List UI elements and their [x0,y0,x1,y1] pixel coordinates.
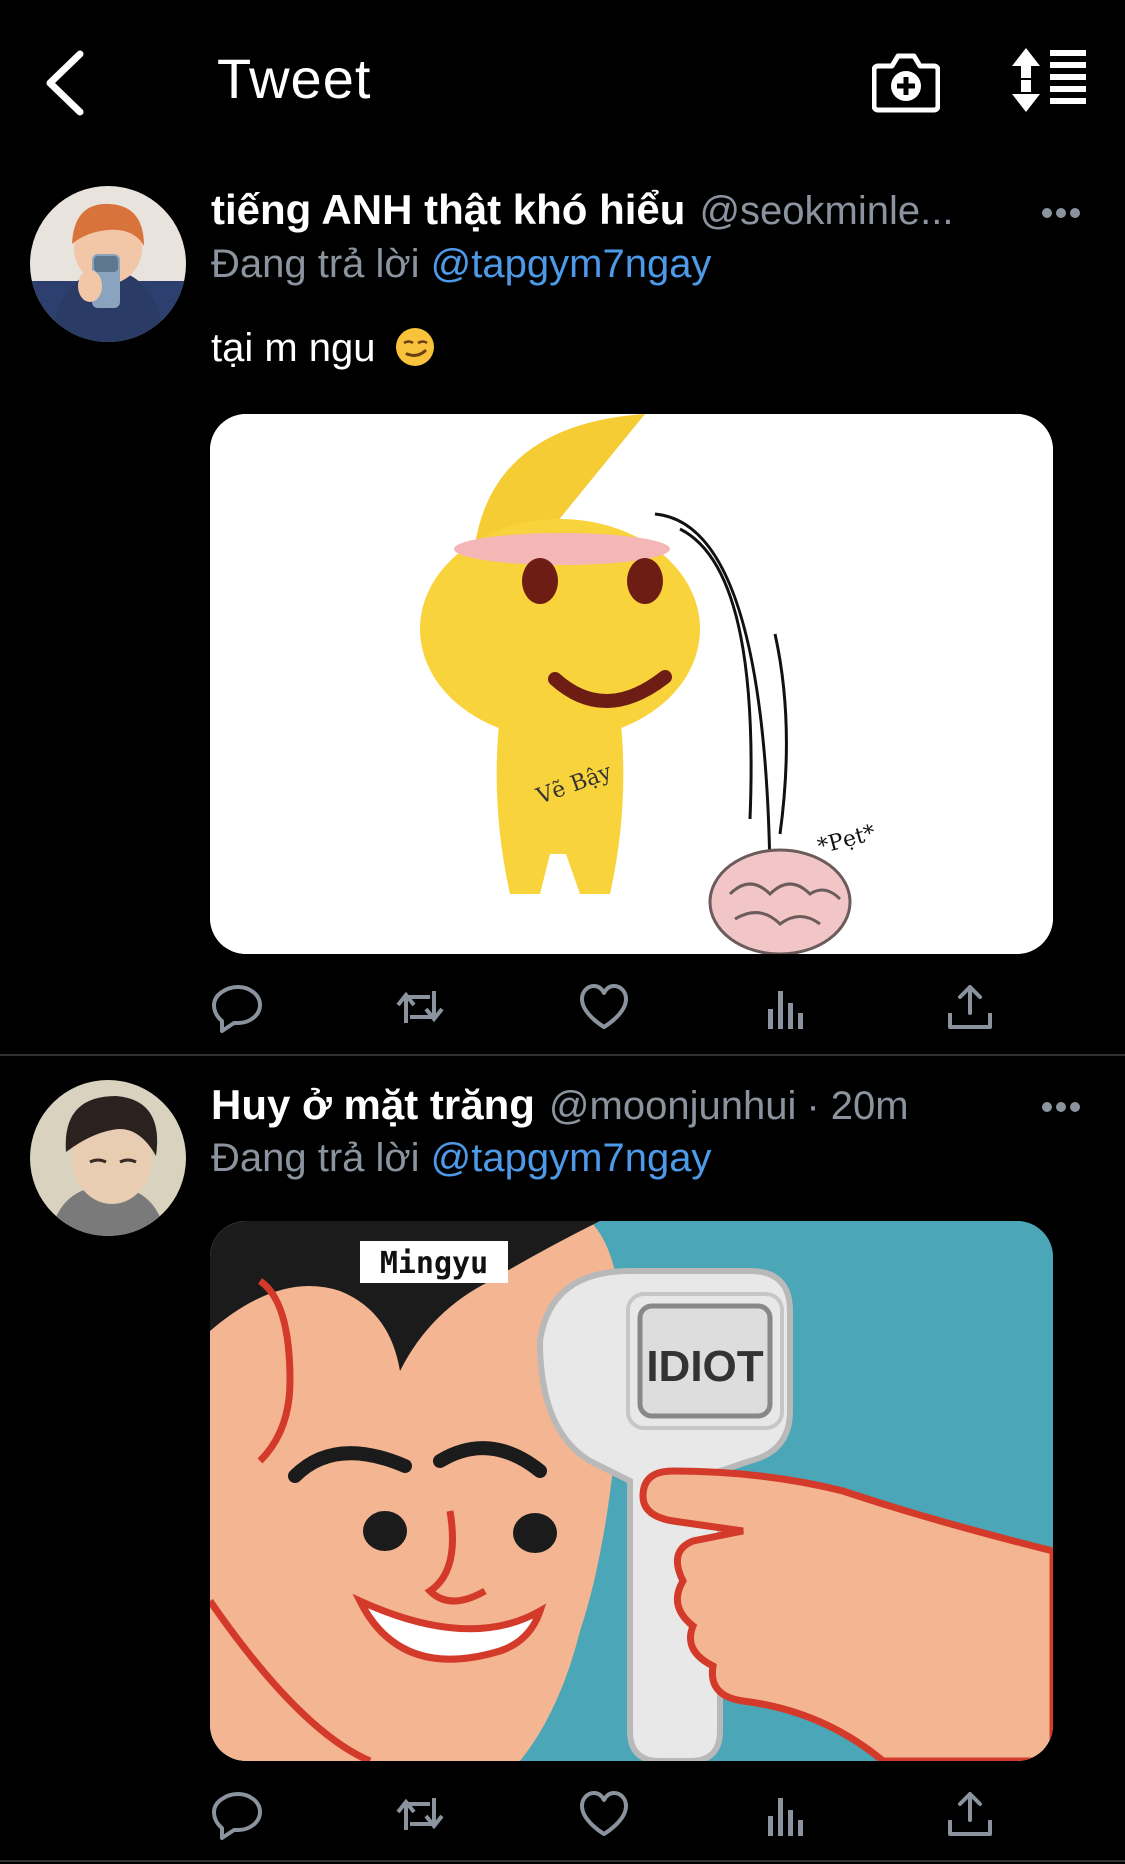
tweet-text-content: tại m ngu [211,326,376,370]
tweet-header: tiếng ANH thật khó hiểu @seokminle... [211,186,1105,246]
handle[interactable]: @moonjunhui [549,1084,796,1128]
more-options-icon[interactable] [1041,207,1081,219]
reply-icon[interactable] [212,1788,264,1840]
avatar-photo [30,1080,186,1236]
avatar-photo [30,186,186,342]
top-label-text: Mingyu [380,1246,488,1281]
display-name[interactable]: tiếng ANH thật khó hiểu [211,186,685,233]
handle[interactable]: @seokminle... [699,189,953,233]
reply-icon[interactable] [212,981,264,1033]
like-heart-icon[interactable] [578,1788,630,1840]
reply-prefix: Đang trả lời [211,242,420,286]
reply-context: Đang trả lời @tapgym7ngay [211,1136,711,1181]
analytics-icon[interactable] [760,1788,812,1840]
retweet-icon[interactable] [394,981,446,1033]
timestamp: · 20m [806,1084,909,1128]
meme-yellow-character-image: Vẽ Bậy *Pẹt* [210,414,1053,954]
analytics-icon[interactable] [760,981,812,1033]
reply-mention-link[interactable]: @tapgym7ngay [431,242,712,286]
tweet-header: Huy ở mặt trăng @moonjunhui · 20m [211,1081,1105,1141]
tweet-image[interactable]: Vẽ Bậy *Pẹt* [210,414,1053,954]
avatar[interactable] [30,186,186,342]
camera-plus-icon[interactable] [872,44,940,116]
tweet-actions [210,1788,1030,1844]
tweet-text: tại m ngu [211,326,435,371]
display-name[interactable]: Huy ở mặt trăng [211,1081,535,1128]
tweet-actions [210,981,1030,1037]
back-arrow-icon[interactable] [40,48,92,118]
meme-idiot-thermometer-image: IDIOT Mingyu [210,1221,1053,1761]
reply-prefix: Đang trả lời [211,1136,420,1180]
share-icon[interactable] [944,981,996,1033]
share-icon[interactable] [944,1788,996,1840]
top-bar: Tweet [0,0,1125,165]
more-options-icon[interactable] [1041,1101,1081,1113]
like-heart-icon[interactable] [578,981,630,1033]
reply-mention-link[interactable]: @tapgym7ngay [431,1136,712,1180]
tweet-divider [0,1860,1125,1862]
page-title: Tweet [217,47,372,110]
reply-context: Đang trả lời @tapgym7ngay [211,242,711,287]
avatar[interactable] [30,1080,186,1236]
retweet-icon[interactable] [394,1788,446,1840]
sort-icon[interactable] [1012,48,1088,112]
device-label-text: IDIOT [646,1342,763,1391]
smirking-face-emoji-icon [395,328,434,366]
tweet-divider [0,1054,1125,1056]
tweet-image[interactable]: IDIOT Mingyu [210,1221,1053,1761]
